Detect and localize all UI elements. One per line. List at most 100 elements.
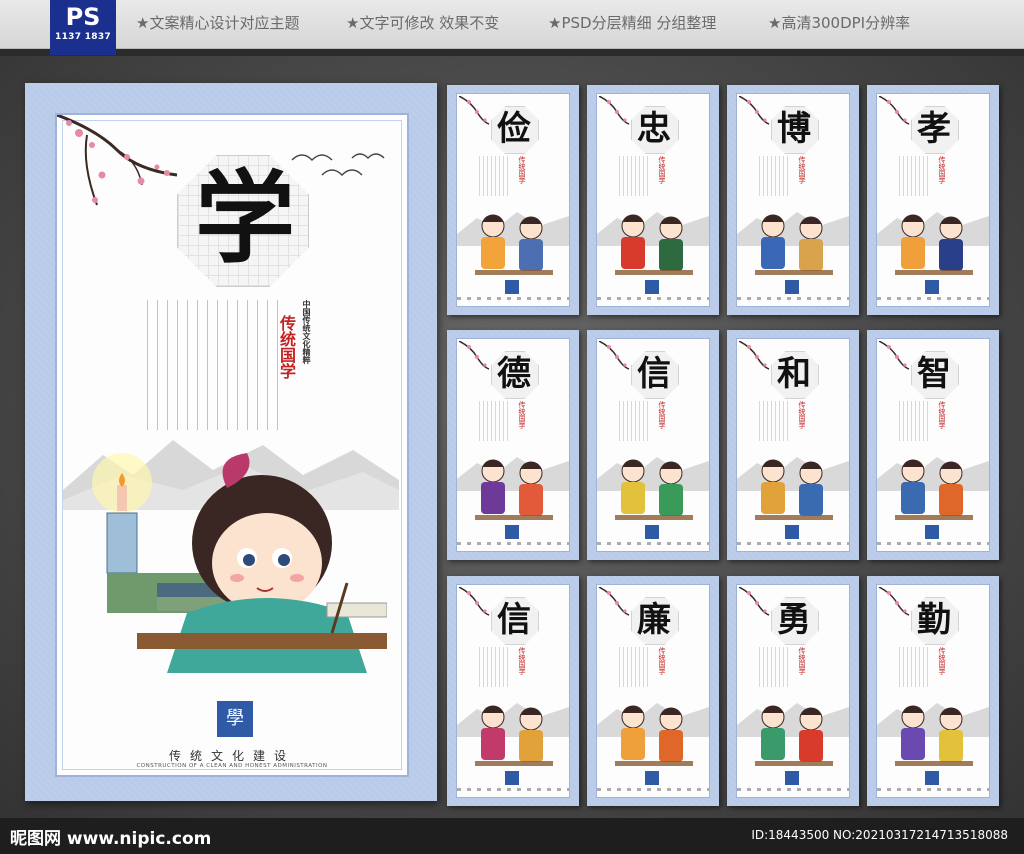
small-poster-canvas: 博 传统国学 (736, 93, 850, 307)
classical-body-text (619, 156, 651, 196)
poster-footer-title (457, 542, 569, 545)
poster-footer-subtitle: CONSTRUCTION OF A CLEAN AND HONEST ADMIN… (136, 763, 328, 769)
ps-badge-title: PS (65, 3, 101, 31)
seal-stamp (785, 525, 799, 539)
small-poster-canvas: 孝 传统国学 (876, 93, 990, 307)
studying-child-illustration (92, 453, 387, 673)
ps-badge-number: 1137 1837 (55, 32, 111, 42)
red-calligraphy-text: 传统国学 (938, 647, 946, 675)
poster-calligraphy-character: 智 (917, 354, 951, 394)
small-poster: 孝 传统国学 (867, 85, 999, 315)
cartoon-figures-illustration (755, 705, 833, 766)
poster-calligraphy-character: 德 (497, 354, 531, 394)
poster-footer-title (877, 297, 989, 300)
small-poster: 信 传统国学 (447, 576, 579, 806)
small-poster-canvas: 智 传统国学 (876, 338, 990, 552)
small-poster: 勤 传统国学 (867, 576, 999, 806)
poster-footer-title: 传统文化建设 (168, 749, 295, 763)
poster-calligraphy-character: 忠 (637, 109, 671, 149)
cartoon-figures-illustration (475, 705, 553, 766)
small-poster: 俭 传统国学 (447, 85, 579, 315)
classical-body-text (619, 401, 651, 441)
feature-text: ★高清300DPI分辨率 (768, 14, 911, 32)
seal-stamp (645, 525, 659, 539)
cartoon-figures-illustration (895, 214, 973, 275)
small-poster: 忠 传统国学 (587, 85, 719, 315)
seal-stamp (925, 771, 939, 785)
small-poster-canvas: 廉 传统国学 (596, 584, 710, 798)
cartoon-figures-illustration (615, 459, 693, 520)
cartoon-figures-illustration (755, 214, 833, 275)
ps-badge: PS 1137 1837 (50, 0, 116, 55)
feature-text: ★PSD分层精细 分组整理 (548, 14, 717, 32)
classical-body-text (479, 401, 511, 441)
small-poster-canvas: 德 传统国学 (456, 338, 570, 552)
small-poster: 勇 传统国学 (727, 576, 859, 806)
seal-stamp (505, 280, 519, 294)
classical-body-text (759, 156, 791, 196)
small-poster: 博 传统国学 (727, 85, 859, 315)
classical-body-text (619, 647, 651, 687)
main-poster: 学 传统国学 中国传统文化精粹 學 传统文化建设 CONSTRUCTION OF… (25, 83, 437, 801)
small-poster-canvas: 勇 传统国学 (736, 584, 850, 798)
poster-calligraphy-character: 信 (637, 354, 671, 394)
red-calligraphy-text: 传统国学 (798, 647, 806, 675)
classical-body-text (479, 647, 511, 687)
poster-calligraphy-character: 和 (777, 354, 811, 394)
classical-body-text (759, 401, 791, 441)
watermark-footer: 昵图网 www.nipic.com ID:18443500 NO:2021031… (0, 818, 1024, 854)
poster-calligraphy-character: 孝 (917, 109, 951, 149)
seal-stamp (645, 280, 659, 294)
cartoon-figures-illustration (895, 705, 973, 766)
poster-footer-title (737, 297, 849, 300)
poster-footer-title (597, 542, 709, 545)
poster-calligraphy-character: 勇 (777, 600, 811, 640)
poster-footer-title (737, 788, 849, 791)
seal-stamp: 學 (217, 701, 253, 737)
poster-footer-title (597, 788, 709, 791)
poster-calligraphy-character: 信 (497, 600, 531, 640)
feature-text: ★文案精心设计对应主题 (136, 14, 300, 32)
red-calligraphy-text: 传统国学 (518, 401, 526, 429)
red-calligraphy-text: 传统国学 (518, 647, 526, 675)
poster-calligraphy-character: 博 (777, 109, 811, 149)
small-poster: 廉 传统国学 (587, 576, 719, 806)
poster-footer-title (597, 297, 709, 300)
red-calligraphy-text: 传统国学 (277, 315, 296, 379)
top-banner: PS 1137 1837 ★文案精心设计对应主题 ★文字可修改 效果不变 ★PS… (0, 0, 1024, 55)
feature-text: ★文字可修改 效果不变 (346, 14, 500, 32)
small-poster-canvas: 勤 传统国学 (876, 584, 990, 798)
classical-body-text (899, 647, 931, 687)
small-poster-canvas: 忠 传统国学 (596, 93, 710, 307)
seal-stamp (785, 771, 799, 785)
poster-footer-title (457, 788, 569, 791)
classical-body-text (899, 156, 931, 196)
small-poster: 信 传统国学 (587, 330, 719, 560)
seal-stamp (505, 771, 519, 785)
cartoon-figures-illustration (615, 705, 693, 766)
poster-calligraphy-character: 勤 (917, 600, 951, 640)
small-poster-canvas: 信 传统国学 (456, 584, 570, 798)
poster-calligraphy-character: 俭 (497, 109, 531, 149)
seal-stamp (925, 280, 939, 294)
site-watermark: 昵图网 www.nipic.com (10, 829, 212, 849)
red-calligraphy-text: 传统国学 (658, 156, 666, 184)
cartoon-figures-illustration (895, 459, 973, 520)
poster-footer-title (737, 542, 849, 545)
cartoon-figures-illustration (615, 214, 693, 275)
seal-stamp (785, 280, 799, 294)
seal-stamp (505, 525, 519, 539)
classical-body-text (479, 156, 511, 196)
poster-footer-title (877, 542, 989, 545)
cartoon-figures-illustration (755, 459, 833, 520)
image-id-line: ID:18443500 NO:20210317214713518088 (751, 828, 1008, 842)
small-poster: 德 传统国学 (447, 330, 579, 560)
small-poster: 和 传统国学 (727, 330, 859, 560)
red-calligraphy-text: 传统国学 (658, 647, 666, 675)
poster-footer-title (877, 788, 989, 791)
red-calligraphy-text: 传统国学 (658, 401, 666, 429)
cartoon-figures-illustration (475, 214, 553, 275)
culture-caption: 中国传统文化精粹 (302, 300, 311, 364)
cartoon-figures-illustration (475, 459, 553, 520)
red-calligraphy-text: 传统国学 (518, 156, 526, 184)
